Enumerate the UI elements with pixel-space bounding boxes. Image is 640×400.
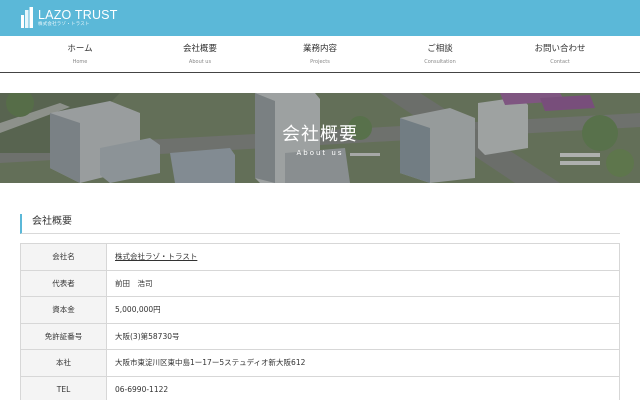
- hero-subtitle: About us: [296, 149, 344, 157]
- row-label: 会社名: [20, 243, 107, 271]
- nav-item-about[interactable]: 会社概要 About us: [140, 36, 260, 72]
- row-value: 大阪(3)第58730号: [106, 322, 620, 350]
- nav-sublabel: Consultation: [424, 59, 456, 65]
- nav-label: 会社概要: [182, 44, 217, 54]
- row-label: 本社: [20, 349, 107, 377]
- logo-subtitle: 株式会社ラゾ・トラスト: [38, 22, 90, 27]
- table-row: 会社名 株式会社ラゾ・トラスト: [20, 243, 620, 271]
- nav-sublabel: About us: [188, 59, 212, 65]
- nav-item-home[interactable]: ホーム Home: [20, 36, 140, 72]
- row-value: 前田 浩司: [106, 269, 620, 297]
- nav-sublabel: Home: [72, 59, 88, 65]
- row-label: TEL: [20, 375, 107, 400]
- row-value: 株式会社ラゾ・トラスト: [106, 243, 620, 271]
- company-name-link[interactable]: 株式会社ラゾ・トラスト: [115, 252, 197, 261]
- nav-sublabel: Contact: [550, 59, 570, 65]
- row-label: 代表者: [20, 269, 107, 297]
- header-bar: LAZO TRUST 株式会社ラゾ・トラスト: [0, 0, 640, 36]
- nav-sublabel: Projects: [310, 59, 330, 65]
- nav-label: お問い合わせ: [534, 44, 586, 54]
- table-row: 資本金 5,000,000円: [20, 296, 620, 324]
- table-row: 代表者 前田 浩司: [20, 269, 620, 297]
- hero-title: 会社概要: [282, 124, 358, 145]
- row-label: 資本金: [20, 296, 107, 324]
- table-row: 本社 大阪市東淀川区東中島1ー17ー5ステュディオ新大阪612: [20, 349, 620, 377]
- hero-banner: 会社概要 About us: [0, 93, 640, 183]
- row-label: 免許証番号: [20, 322, 107, 350]
- row-value: 大阪市東淀川区東中島1ー17ー5ステュディオ新大阪612: [106, 349, 620, 377]
- nav-label: 業務内容: [302, 44, 337, 54]
- section-heading: 会社概要: [20, 214, 620, 234]
- row-value: 06-6990-1122: [106, 375, 620, 400]
- main-nav: ホーム Home 会社概要 About us 業務内容 Projects ご相談…: [0, 36, 640, 73]
- row-value: 5,000,000円: [106, 296, 620, 324]
- nav-item-consultation[interactable]: ご相談 Consultation: [380, 36, 500, 72]
- nav-label: ホーム: [67, 44, 93, 54]
- company-info-table: 会社名 株式会社ラゾ・トラスト 代表者 前田 浩司 資本金 5,000,000円…: [20, 243, 620, 400]
- table-row: TEL 06-6990-1122: [20, 375, 620, 400]
- logo-title: LAZO TRUST: [38, 7, 118, 22]
- nav-item-contact[interactable]: お問い合わせ Contact: [500, 36, 620, 72]
- site-logo[interactable]: LAZO TRUST 株式会社ラゾ・トラスト: [20, 5, 118, 31]
- nav-label: ご相談: [427, 44, 453, 54]
- building-logo-icon: [20, 7, 34, 29]
- table-row: 免許証番号 大阪(3)第58730号: [20, 322, 620, 350]
- nav-item-projects[interactable]: 業務内容 Projects: [260, 36, 380, 72]
